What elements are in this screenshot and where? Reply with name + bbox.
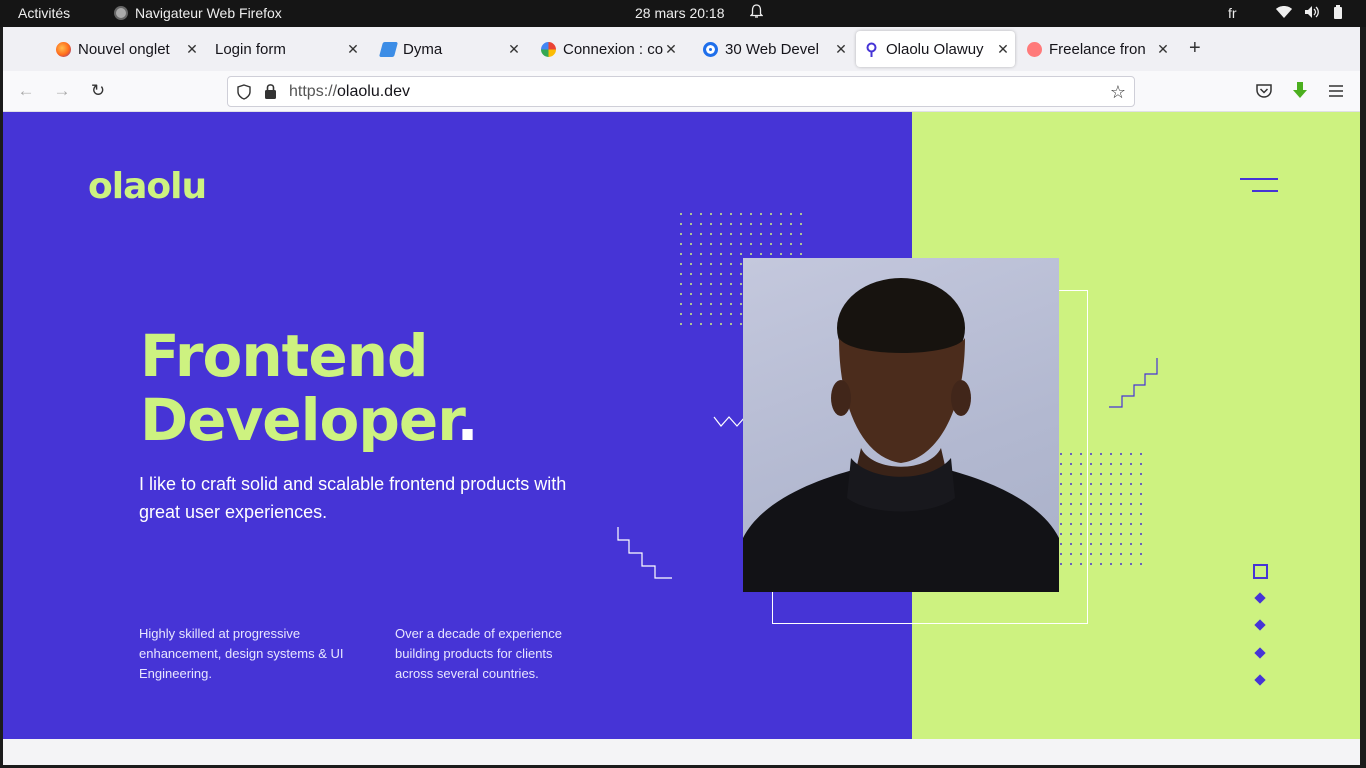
pocket-icon[interactable] (1254, 81, 1274, 101)
download-icon[interactable] (1290, 81, 1310, 101)
tab-web-dev[interactable]: 30 Web Devel ✕ (695, 31, 853, 67)
close-tab-icon[interactable]: ✕ (506, 41, 522, 58)
location-pin-favicon-icon (866, 42, 877, 57)
browser-window: Nouvel onglet ✕ Login form ✕ Dyma ✕ Conn… (3, 27, 1360, 765)
navigation-toolbar: ← → ↻ https://olaolu.dev ☆ (3, 71, 1360, 112)
dyma-favicon-icon (378, 41, 399, 57)
lock-icon[interactable] (264, 83, 277, 100)
tab-freelance[interactable]: Freelance fron ✕ (1019, 31, 1175, 67)
firefox-favicon-icon (56, 41, 71, 57)
forward-button[interactable]: → (51, 80, 73, 102)
close-tab-icon[interactable]: ✕ (663, 41, 679, 58)
system-status-area[interactable] (1276, 5, 1344, 19)
stairs-decoration-left (617, 527, 672, 579)
new-tab-button[interactable]: + (1189, 37, 1201, 60)
site-logo[interactable]: olaolu (88, 166, 207, 207)
feature-experience: Over a decade of experience building pro… (395, 626, 562, 681)
notification-bell-icon (750, 4, 763, 18)
close-tab-icon[interactable]: ✕ (995, 41, 1011, 58)
google-favicon-icon (541, 41, 556, 57)
menu-icon[interactable] (1326, 81, 1346, 101)
tab-label: Nouvel onglet (78, 40, 170, 58)
system-top-bar: Activités Navigateur Web Firefox 28 mars… (0, 0, 1366, 27)
back-button[interactable]: ← (15, 80, 37, 102)
tracking-protection-shield-icon[interactable] (237, 84, 251, 100)
tab-label: Dyma (403, 40, 443, 58)
feature-skills: Highly skilled at progressive enhancemen… (139, 626, 344, 681)
close-tab-icon[interactable]: ✕ (1155, 41, 1171, 58)
tab-label: Login form (215, 40, 286, 58)
freelance-favicon-icon (1027, 41, 1042, 57)
web-dev-favicon-icon (703, 41, 718, 57)
close-tab-icon[interactable]: ✕ (345, 41, 361, 58)
slide-indicator-active[interactable] (1253, 564, 1268, 579)
bookmark-star-icon[interactable]: ☆ (1110, 82, 1126, 103)
hero-title-line1: Frontend (140, 322, 429, 390)
battery-icon (1334, 5, 1342, 19)
close-tab-icon[interactable]: ✕ (833, 41, 849, 58)
app-name: Navigateur Web Firefox (135, 5, 282, 21)
profile-photo (743, 258, 1059, 592)
web-page: olaolu Frontend Developer. I like to cra… (3, 112, 1360, 739)
tab-dyma[interactable]: Dyma ✕ (373, 31, 526, 67)
tab-label: Connexion : co (563, 40, 663, 58)
tab-login-form[interactable]: Login form ✕ (207, 31, 365, 67)
hero-subtitle: I like to craft solid and scalable front… (139, 474, 567, 522)
tab-label: 30 Web Devel (725, 40, 819, 58)
tab-new-tab[interactable]: Nouvel onglet ✕ (48, 31, 204, 67)
site-menu-icon[interactable] (1240, 178, 1278, 198)
hero-title-line2: Developer. (140, 386, 479, 454)
keyboard-layout-indicator[interactable]: fr (1228, 5, 1237, 21)
close-tab-icon[interactable]: ✕ (184, 41, 200, 58)
hero-title-dot: . (456, 386, 479, 454)
address-bar[interactable]: https://olaolu.dev ☆ (227, 76, 1135, 107)
url-text: https://olaolu.dev (289, 83, 410, 100)
stairs-decoration-right (1109, 358, 1158, 408)
portrait-illustration (743, 278, 1059, 592)
tab-google-connexion[interactable]: Connexion : co ✕ (533, 31, 683, 67)
tab-label: Olaolu Olawuy (886, 40, 984, 58)
reload-button[interactable]: ↻ (87, 80, 109, 102)
volume-icon (1305, 6, 1319, 18)
tab-strip: Nouvel onglet ✕ Login form ✕ Dyma ✕ Conn… (3, 27, 1360, 71)
hero-title: Frontend Developer. (140, 322, 479, 454)
tab-label: Freelance fron (1049, 40, 1146, 58)
activities-button[interactable]: Activités (18, 5, 70, 21)
page-below-fold (3, 739, 1360, 765)
app-menu[interactable]: Navigateur Web Firefox (114, 5, 282, 21)
zigzag-decoration (713, 416, 746, 427)
tab-olaolu[interactable]: Olaolu Olawuy ✕ (856, 31, 1015, 67)
clock[interactable]: 28 mars 20:18 (635, 5, 725, 21)
wifi-icon (1276, 6, 1292, 18)
firefox-icon (114, 6, 128, 20)
